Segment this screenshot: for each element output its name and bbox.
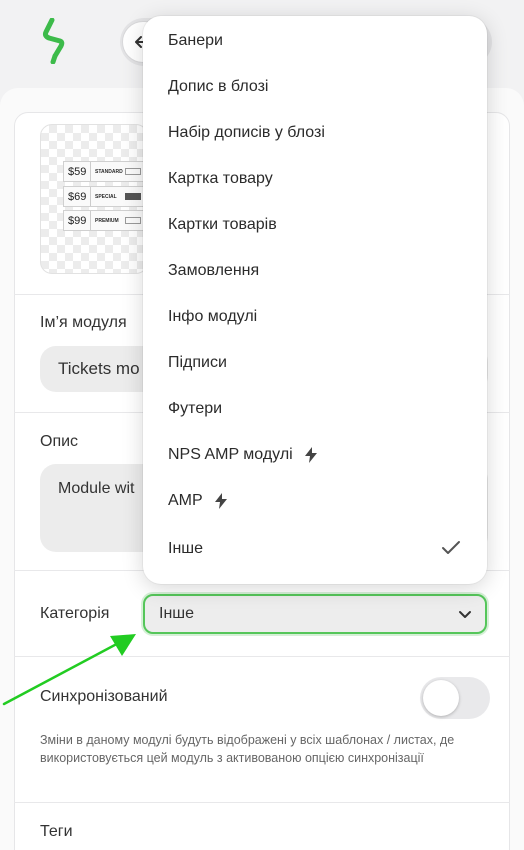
option-label: AMP xyxy=(168,492,203,509)
app-logo-icon xyxy=(42,18,65,64)
dropdown-option[interactable]: Набір дописів у блозі xyxy=(168,118,325,148)
dropdown-option[interactable]: Футери xyxy=(168,394,222,424)
synced-toggle[interactable] xyxy=(420,677,490,719)
ticket-button xyxy=(125,168,141,175)
dropdown-option[interactable]: AMP xyxy=(168,486,227,516)
option-label: NPS AMP модулі xyxy=(168,446,293,463)
option-label: Підписи xyxy=(168,354,227,371)
divider xyxy=(14,802,510,803)
dropdown-option[interactable]: Підписи xyxy=(168,348,227,378)
preview-ticket: $69 SPECIAL xyxy=(63,186,147,207)
option-label: Картки товарів xyxy=(168,216,277,233)
option-label: Картка товару xyxy=(168,170,273,187)
dropdown-option[interactable]: Допис в блозі xyxy=(168,72,268,102)
option-label: Інше xyxy=(168,540,204,557)
ticket-button xyxy=(125,193,141,200)
dropdown-option[interactable]: Інфо модулі xyxy=(168,302,257,332)
category-dropdown-menu: Банери Допис в блозі Набір дописів у бло… xyxy=(143,16,487,584)
module-name-label: Ім’я модуля xyxy=(40,314,127,331)
description-label: Опис xyxy=(40,433,79,450)
dropdown-option[interactable]: Картки товарів xyxy=(168,210,277,240)
preview-ticket: $59 STANDARD xyxy=(63,161,147,182)
category-select[interactable]: Інше xyxy=(143,594,487,634)
category-select-value: Інше xyxy=(159,605,195,622)
tags-label: Теги xyxy=(40,823,73,840)
option-label: Замовлення xyxy=(168,262,260,279)
ticket-name: PREMIUM xyxy=(95,217,119,224)
dropdown-option[interactable]: Картка товару xyxy=(168,164,273,194)
lightning-icon xyxy=(214,493,227,509)
ticket-price: $59 xyxy=(64,162,91,181)
option-label: Інфо модулі xyxy=(168,308,258,325)
dropdown-option[interactable]: NPS AMP модулі xyxy=(168,440,317,470)
option-label: Банери xyxy=(168,32,223,49)
ticket-name: SPECIAL xyxy=(95,193,117,200)
option-label: Набір дописів у блозі xyxy=(168,124,325,141)
annotation-arrow-icon xyxy=(2,634,136,706)
dropdown-option[interactable]: Банери xyxy=(168,26,223,56)
module-preview-thumbnail[interactable]: $59 STANDARD $69 SPECIAL $99 PREMIUM xyxy=(40,124,148,274)
option-label: Допис в блозі xyxy=(168,78,269,95)
ticket-price: $99 xyxy=(64,211,91,230)
synced-hint: Зміни в даному модулі будуть відображені… xyxy=(40,733,455,765)
ticket-button xyxy=(125,217,141,224)
ticket-name: STANDARD xyxy=(95,168,123,175)
ticket-price: $69 xyxy=(64,187,91,206)
lightning-icon xyxy=(304,447,317,463)
chevron-down-icon xyxy=(459,611,471,618)
toggle-knob xyxy=(423,680,459,716)
dropdown-option-selected[interactable]: Інше xyxy=(168,534,203,564)
checkmark-icon xyxy=(442,541,460,554)
preview-ticket: $99 PREMIUM xyxy=(63,210,147,231)
category-label: Категорія xyxy=(40,605,110,622)
dropdown-option[interactable]: Замовлення xyxy=(168,256,259,286)
option-label: Футери xyxy=(168,400,223,417)
